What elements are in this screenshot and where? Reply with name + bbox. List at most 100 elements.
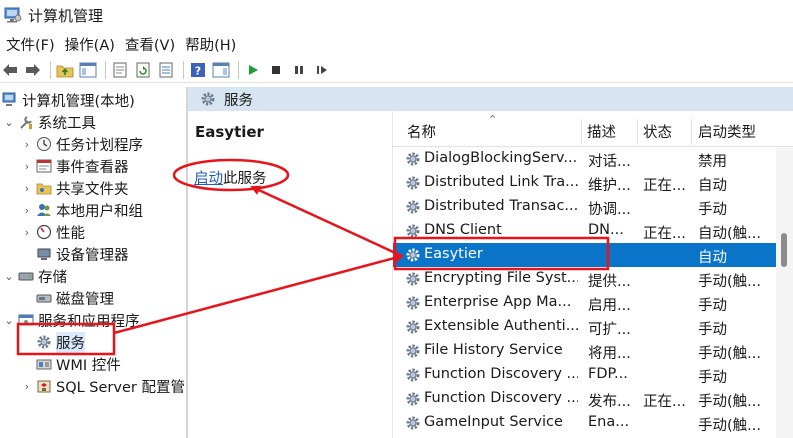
tree-root[interactable]: 计算机管理(本地) xyxy=(2,89,135,111)
restart-service-icon[interactable] xyxy=(312,60,332,80)
show-action-pane-icon[interactable] xyxy=(211,60,231,80)
toolbar-separator xyxy=(50,60,51,79)
tree-item-storage[interactable]: ⌄ 存储 xyxy=(2,265,67,287)
column-header-description[interactable]: 描述 xyxy=(587,121,616,142)
chevron-down-icon[interactable]: ⌄ xyxy=(2,270,16,283)
service-description: 可扩... xyxy=(588,322,631,338)
tree-item-label: 事件查看器 xyxy=(56,159,129,176)
tree-item-performance[interactable]: › 性能 xyxy=(20,221,85,243)
menu-help[interactable]: 帮助(H) xyxy=(181,34,240,55)
tree-item-services-and-applications[interactable]: ⌄ 服务和应用程序 xyxy=(2,309,140,331)
chevron-right-icon[interactable]: › xyxy=(20,226,34,239)
tree-item-disk-management[interactable]: 磁盘管理 xyxy=(20,287,114,309)
tree-item-label: 本地用户和组 xyxy=(56,203,143,220)
column-divider[interactable] xyxy=(691,119,692,145)
tree-item-sql-server-config[interactable]: › SQL Server 配置管 xyxy=(20,375,185,397)
chevron-right-icon[interactable]: › xyxy=(20,182,34,195)
menu-bar: 文件(F) 操作(A) 查看(V) 帮助(H) xyxy=(0,32,793,56)
gear-icon xyxy=(406,272,420,286)
tree-item-system-tools[interactable]: ⌄ 系统工具 xyxy=(2,111,96,133)
properties-icon[interactable] xyxy=(110,60,130,80)
tree-item-label: 服务 xyxy=(56,331,85,353)
tree-item-event-viewer[interactable]: › 事件查看器 xyxy=(20,155,129,177)
device-manager-icon xyxy=(37,248,51,260)
tree-item-wmi-control[interactable]: WMI 控件 xyxy=(20,353,121,375)
column-header-name[interactable]: 名称 xyxy=(407,121,436,142)
service-name: DNS Client xyxy=(424,222,502,238)
shared-folder-icon xyxy=(36,183,52,195)
tree-item-label: 存储 xyxy=(38,269,67,286)
start-service-icon[interactable] xyxy=(243,60,263,80)
service-row[interactable]: File History Service 将用... 手动(触... xyxy=(393,339,776,363)
up-folder-icon[interactable] xyxy=(55,60,75,80)
show-tree-icon[interactable] xyxy=(78,60,98,80)
service-row[interactable]: Distributed Link Tra... 维护... 正在... 自动 xyxy=(393,171,776,195)
column-divider[interactable] xyxy=(637,119,638,145)
service-row[interactable]: Easytier 自动 xyxy=(393,243,776,267)
column-header-status[interactable]: 状态 xyxy=(643,121,672,142)
service-status: 正在... xyxy=(643,394,686,410)
window-title: 计算机管理 xyxy=(28,6,104,25)
service-row[interactable]: Distributed Transac... 协调... 手动 xyxy=(393,195,776,219)
tree-item-task-scheduler[interactable]: › 任务计划程序 xyxy=(20,133,143,155)
service-status: 正在... xyxy=(643,178,686,194)
services-panel-header: 服务 xyxy=(188,87,793,111)
event-viewer-icon xyxy=(36,159,52,173)
tree-item-shared-folders[interactable]: › 共享文件夹 xyxy=(20,177,129,199)
help-icon[interactable]: ? xyxy=(188,60,208,80)
toolbar-separator xyxy=(183,60,184,79)
toolbar-separator xyxy=(238,60,239,79)
column-header-startup-type[interactable]: 启动类型 xyxy=(698,121,756,142)
back-arrow-icon[interactable] xyxy=(0,60,20,80)
chevron-down-icon[interactable]: ⌄ xyxy=(2,116,16,129)
toolbar: ? xyxy=(0,57,793,83)
menu-file[interactable]: 文件(F) xyxy=(2,34,59,55)
toolbar-separator xyxy=(105,60,106,79)
service-startup-type: 自动(触... xyxy=(698,226,761,242)
wmi-icon xyxy=(36,359,52,370)
gear-icon xyxy=(406,296,420,310)
services-list: ⌃ 名称 描述 状态 启动类型 DialogBlockingServ... 对话.… xyxy=(392,111,793,438)
service-row[interactable]: DialogBlockingServ... 对话... 禁用 xyxy=(393,147,776,171)
list-column-header: ⌃ 名称 描述 状态 启动类型 xyxy=(393,111,793,147)
tree-item-local-users-groups[interactable]: › 本地用户和组 xyxy=(20,199,143,221)
start-service-link[interactable]: 启动 xyxy=(194,171,223,187)
tree-item-services[interactable]: 服务 xyxy=(20,331,85,353)
chevron-right-icon[interactable]: › xyxy=(20,160,34,173)
chevron-down-icon[interactable]: ⌄ xyxy=(2,314,16,327)
services-apps-icon xyxy=(18,314,34,326)
stop-service-icon[interactable] xyxy=(266,60,286,80)
service-row[interactable]: Encrypting File Syst... 提供... 手动(触... xyxy=(393,267,776,291)
gear-icon xyxy=(406,176,420,190)
forward-arrow-icon[interactable] xyxy=(23,60,43,80)
pause-service-icon[interactable] xyxy=(289,60,309,80)
column-divider[interactable] xyxy=(581,119,582,145)
service-row[interactable]: Extensible Authenti... 可扩... 手动 xyxy=(393,315,776,339)
users-icon xyxy=(37,204,51,216)
storage-icon xyxy=(18,272,34,281)
service-startup-type: 手动(触... xyxy=(698,394,761,410)
tree-item-label: 磁盘管理 xyxy=(56,291,114,308)
service-description: 将用... xyxy=(588,346,631,362)
service-startup-type: 手动 xyxy=(698,322,727,338)
service-row[interactable]: Enterprise App Ma... 启用... 手动 xyxy=(393,291,776,315)
service-row[interactable]: Function Discovery ... 发布... 正在... 手动(触... xyxy=(393,387,776,411)
services-list-scrollbar[interactable] xyxy=(776,147,793,438)
chevron-right-icon[interactable]: › xyxy=(20,204,34,217)
gear-icon xyxy=(406,152,420,166)
export-list-icon[interactable] xyxy=(156,60,176,80)
panel-title: 服务 xyxy=(224,92,253,109)
service-row[interactable]: GameInput Service Ena... 手动(触... xyxy=(393,411,776,435)
tree-item-device-manager[interactable]: 设备管理器 xyxy=(20,243,129,265)
service-row[interactable]: DNS Client DN... 正在... 自动(触... xyxy=(393,219,776,243)
menu-view[interactable]: 查看(V) xyxy=(121,34,179,55)
chevron-right-icon[interactable]: › xyxy=(20,380,34,393)
menu-action[interactable]: 操作(A) xyxy=(61,34,119,55)
refresh-icon[interactable] xyxy=(133,60,153,80)
chevron-right-icon[interactable]: › xyxy=(20,138,34,151)
scrollbar-thumb[interactable] xyxy=(781,233,787,267)
service-name: Encrypting File Syst... xyxy=(424,270,578,286)
service-row[interactable]: Function Discovery ... FDP... 手动 xyxy=(393,363,776,387)
tree-item-label: 服务和应用程序 xyxy=(38,313,140,330)
service-description: 启用... xyxy=(588,298,631,314)
